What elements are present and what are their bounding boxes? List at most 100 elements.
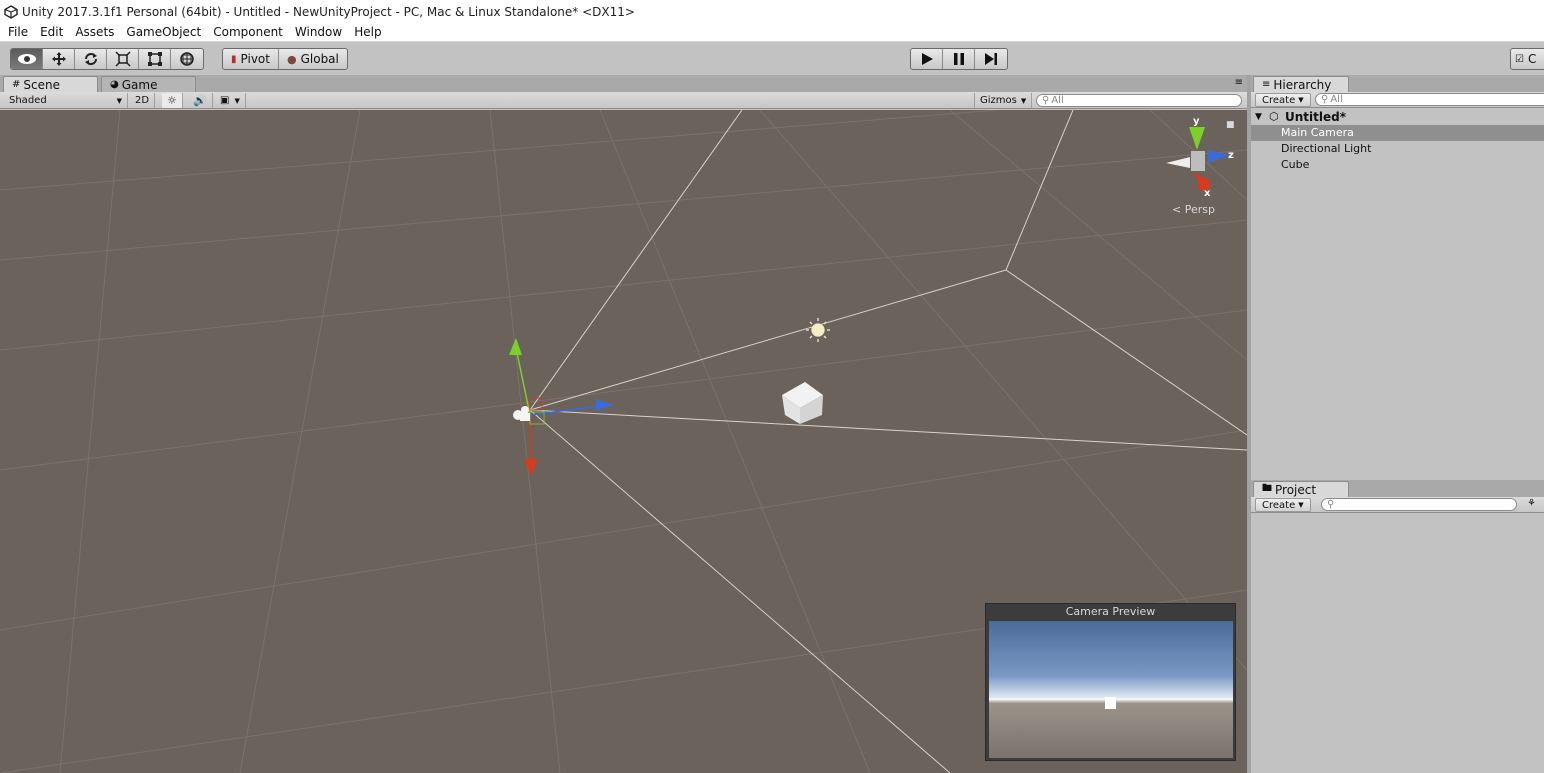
scene-toolbar: Shaded ▼ 2D ☼ 🔊 ▣ ▼ Gizmos ▼ ⚲ All bbox=[0, 92, 1247, 109]
window-titlebar: Unity 2017.3.1f1 Personal (64bit) - Unti… bbox=[0, 0, 1544, 23]
cube-object[interactable] bbox=[782, 382, 823, 424]
camera-gizmo-icon[interactable] bbox=[513, 406, 530, 421]
rotate-icon bbox=[84, 53, 97, 65]
scene-root-row[interactable]: ▼ ⬡ Untitled* bbox=[1251, 109, 1544, 125]
menu-help[interactable]: Help bbox=[348, 25, 387, 39]
hierarchy-search-placeholder: All bbox=[1330, 94, 1343, 105]
transform-tools bbox=[10, 48, 204, 70]
eye-icon bbox=[17, 54, 36, 64]
projection-label: Persp bbox=[1184, 203, 1215, 216]
hierarchy-item-cube[interactable]: Cube bbox=[1251, 157, 1544, 173]
grid-icon: # bbox=[12, 79, 21, 90]
hierarchy-item-directional-light[interactable]: Directional Light bbox=[1251, 141, 1544, 157]
mode-2d-label: 2D bbox=[135, 95, 150, 106]
scene-search-input[interactable]: ⚲ All bbox=[1036, 94, 1242, 107]
camera-preview-panel: Camera Preview bbox=[985, 603, 1236, 761]
pacman-icon: ◕ bbox=[110, 79, 119, 90]
gizmo-z-label: z bbox=[1228, 150, 1234, 161]
globe-icon: ● bbox=[286, 52, 297, 66]
playback-controls bbox=[910, 48, 1008, 70]
project-search-input[interactable]: ⚲ bbox=[1321, 498, 1517, 511]
hierarchy-item-main-camera[interactable]: Main Camera bbox=[1251, 125, 1544, 141]
tab-game[interactable]: ◕ Game bbox=[101, 76, 196, 92]
collab-check-icon: ☑ bbox=[1515, 53, 1524, 65]
hand-tool-button[interactable] bbox=[11, 49, 43, 69]
tab-scene[interactable]: # Scene bbox=[3, 76, 98, 92]
menu-bar: File Edit Assets GameObject Component Wi… bbox=[0, 23, 1544, 42]
scale-tool-button[interactable] bbox=[107, 49, 139, 69]
effects-dropdown[interactable]: ▣ ▼ bbox=[215, 93, 246, 108]
x-axis-arrow[interactable] bbox=[524, 459, 538, 476]
project-create-button[interactable]: Create ▼ bbox=[1255, 498, 1311, 512]
project-panel: 🖿 Project Create ▼ ⚲ ⚘ bbox=[1251, 480, 1544, 773]
search-icon: ⚲ bbox=[1042, 95, 1050, 106]
dropdown-arrow-icon: ▼ bbox=[1020, 96, 1027, 105]
menu-edit[interactable]: Edit bbox=[34, 25, 69, 39]
hierarchy-panel: ≡ Hierarchy Create ▼ ⚲ All ▼ ⬡ Untitled*… bbox=[1251, 75, 1544, 477]
dropdown-arrow-icon: ▼ bbox=[116, 96, 122, 105]
unity-scene-icon: ⬡ bbox=[1269, 110, 1279, 123]
filter-by-type-icon[interactable]: ⚘ bbox=[1527, 498, 1536, 509]
search-icon: ⚲ bbox=[1327, 499, 1335, 510]
pivot-button[interactable]: ▮ Pivot bbox=[223, 49, 279, 69]
gizmos-dropdown[interactable]: Gizmos ▼ bbox=[974, 93, 1033, 108]
menu-assets[interactable]: Assets bbox=[69, 25, 120, 39]
tab-hierarchy[interactable]: ≡ Hierarchy bbox=[1253, 76, 1349, 92]
pivot-label: Pivot bbox=[240, 52, 270, 66]
rotate-tool-button[interactable] bbox=[75, 49, 107, 69]
step-button[interactable] bbox=[975, 49, 1007, 69]
collab-button[interactable]: ☑ C bbox=[1510, 48, 1544, 70]
speaker-icon: 🔊 bbox=[193, 94, 207, 107]
image-icon: ▣ bbox=[220, 95, 230, 106]
hierarchy-item-label: Cube bbox=[1281, 158, 1310, 171]
dropdown-arrow-icon: ▼ bbox=[1298, 96, 1304, 104]
transform-tool-button[interactable] bbox=[171, 49, 203, 69]
lock-icon[interactable]: ■ bbox=[1226, 120, 1235, 130]
global-label: Global bbox=[300, 52, 339, 66]
gizmo-x-label: x bbox=[1204, 188, 1211, 199]
expand-arrow-icon[interactable]: ▼ bbox=[1255, 109, 1262, 125]
step-icon bbox=[985, 53, 997, 65]
scale-icon bbox=[114, 51, 131, 67]
menu-gameobject[interactable]: GameObject bbox=[120, 25, 207, 39]
hierarchy-toolbar: Create ▼ ⚲ All bbox=[1251, 92, 1544, 108]
y-axis-arrow[interactable] bbox=[509, 338, 522, 355]
scene-root-label: Untitled* bbox=[1285, 110, 1346, 124]
menu-window[interactable]: Window bbox=[289, 25, 348, 39]
projection-toggle[interactable]: < Persp bbox=[1172, 203, 1215, 216]
search-icon: ⚲ bbox=[1321, 94, 1329, 105]
orientation-gizmo[interactable] bbox=[1166, 127, 1230, 192]
audio-toggle[interactable]: 🔊 bbox=[188, 93, 213, 108]
tab-project[interactable]: 🖿 Project bbox=[1253, 481, 1349, 497]
directional-light-icon[interactable] bbox=[806, 318, 830, 342]
hierarchy-search-input[interactable]: ⚲ All bbox=[1315, 93, 1544, 106]
tab-hierarchy-label: Hierarchy bbox=[1273, 77, 1332, 92]
collab-label: C bbox=[1527, 52, 1537, 66]
mode-2d-toggle[interactable]: 2D bbox=[130, 93, 156, 108]
shading-mode-dropdown[interactable]: Shaded ▼ bbox=[4, 93, 128, 108]
tab-project-label: Project bbox=[1275, 482, 1317, 497]
menu-file[interactable]: File bbox=[2, 25, 34, 39]
pause-button[interactable] bbox=[943, 49, 975, 69]
project-tabbar: 🖿 Project bbox=[1251, 480, 1544, 497]
move-arrows-icon bbox=[51, 52, 66, 66]
project-toolbar: Create ▼ ⚲ ⚘ bbox=[1251, 497, 1544, 513]
hierarchy-create-button[interactable]: Create ▼ bbox=[1255, 93, 1311, 107]
move-tool-button[interactable] bbox=[43, 49, 75, 69]
gizmo-y-label: y bbox=[1193, 116, 1200, 127]
panel-menu-icon[interactable]: ≡ bbox=[1235, 77, 1243, 88]
dropdown-arrow-icon: ▼ bbox=[234, 96, 240, 105]
dropdown-arrow-icon: ▼ bbox=[1298, 501, 1304, 509]
unity-logo-icon bbox=[4, 4, 18, 19]
global-button[interactable]: ● Global bbox=[279, 49, 347, 69]
lighting-toggle[interactable]: ☼ bbox=[162, 93, 183, 108]
z-axis-arrow[interactable] bbox=[596, 399, 614, 411]
perspective-icon: < bbox=[1172, 203, 1182, 216]
camera-preview-title: Camera Preview bbox=[1065, 605, 1156, 618]
play-button[interactable] bbox=[911, 49, 943, 69]
menu-component[interactable]: Component bbox=[207, 25, 289, 39]
hierarchy-item-label: Directional Light bbox=[1281, 142, 1372, 155]
list-icon: ≡ bbox=[1262, 79, 1271, 90]
main-toolbar: ▮ Pivot ● Global ☑ C bbox=[0, 43, 1544, 75]
rect-tool-button[interactable] bbox=[139, 49, 171, 69]
